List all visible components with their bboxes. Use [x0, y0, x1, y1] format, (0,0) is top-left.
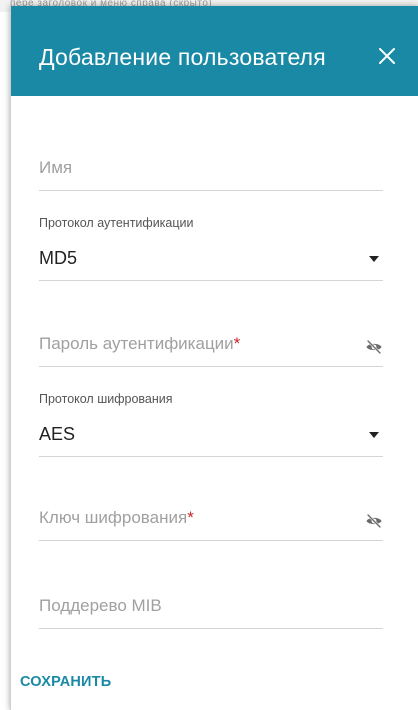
- dialog-title: Добавление пользователя: [39, 44, 326, 70]
- toggle-password-visibility-button[interactable]: [365, 338, 383, 356]
- chevron-down-icon: [369, 256, 379, 262]
- auth-protocol-select[interactable]: MD5: [39, 242, 383, 281]
- required-mark: *: [187, 508, 194, 527]
- auth-password-placeholder: Пароль аутентификации*: [39, 334, 240, 354]
- eye-off-icon: [366, 339, 382, 355]
- privacy-protocol-value: AES: [39, 424, 76, 444]
- privacy-protocol-label: Протокол шифрования: [39, 392, 173, 406]
- auth-password-field[interactable]: Пароль аутентификации*: [39, 330, 383, 367]
- privacy-key-field[interactable]: Ключ шифрования*: [39, 504, 383, 541]
- chevron-down-icon: [369, 432, 379, 438]
- add-user-dialog: Добавление пользователя Имя Протокол аут…: [10, 6, 418, 710]
- auth-password-placeholder-text: Пароль аутентификации: [39, 334, 234, 353]
- name-field[interactable]: Имя: [39, 154, 383, 191]
- save-button[interactable]: СОХРАНИТЬ: [20, 674, 111, 690]
- auth-protocol-label: Протокол аутентификации: [39, 216, 194, 230]
- privacy-key-placeholder: Ключ шифрования*: [39, 508, 194, 528]
- close-button[interactable]: [375, 44, 399, 68]
- required-mark: *: [233, 334, 241, 353]
- privacy-key-placeholder-text: Ключ шифрования: [39, 508, 188, 527]
- auth-protocol-value: MD5: [39, 248, 78, 268]
- eye-off-icon: [366, 513, 382, 529]
- dialog-header: Добавление пользователя: [11, 6, 418, 96]
- mib-subtree-field[interactable]: Поддерево MIB: [39, 592, 383, 629]
- close-icon: [379, 48, 395, 64]
- mib-subtree-placeholder: Поддерево MIB: [39, 596, 162, 615]
- name-placeholder: Имя: [39, 158, 73, 177]
- toggle-key-visibility-button[interactable]: [365, 512, 383, 530]
- privacy-protocol-select[interactable]: AES: [39, 418, 383, 457]
